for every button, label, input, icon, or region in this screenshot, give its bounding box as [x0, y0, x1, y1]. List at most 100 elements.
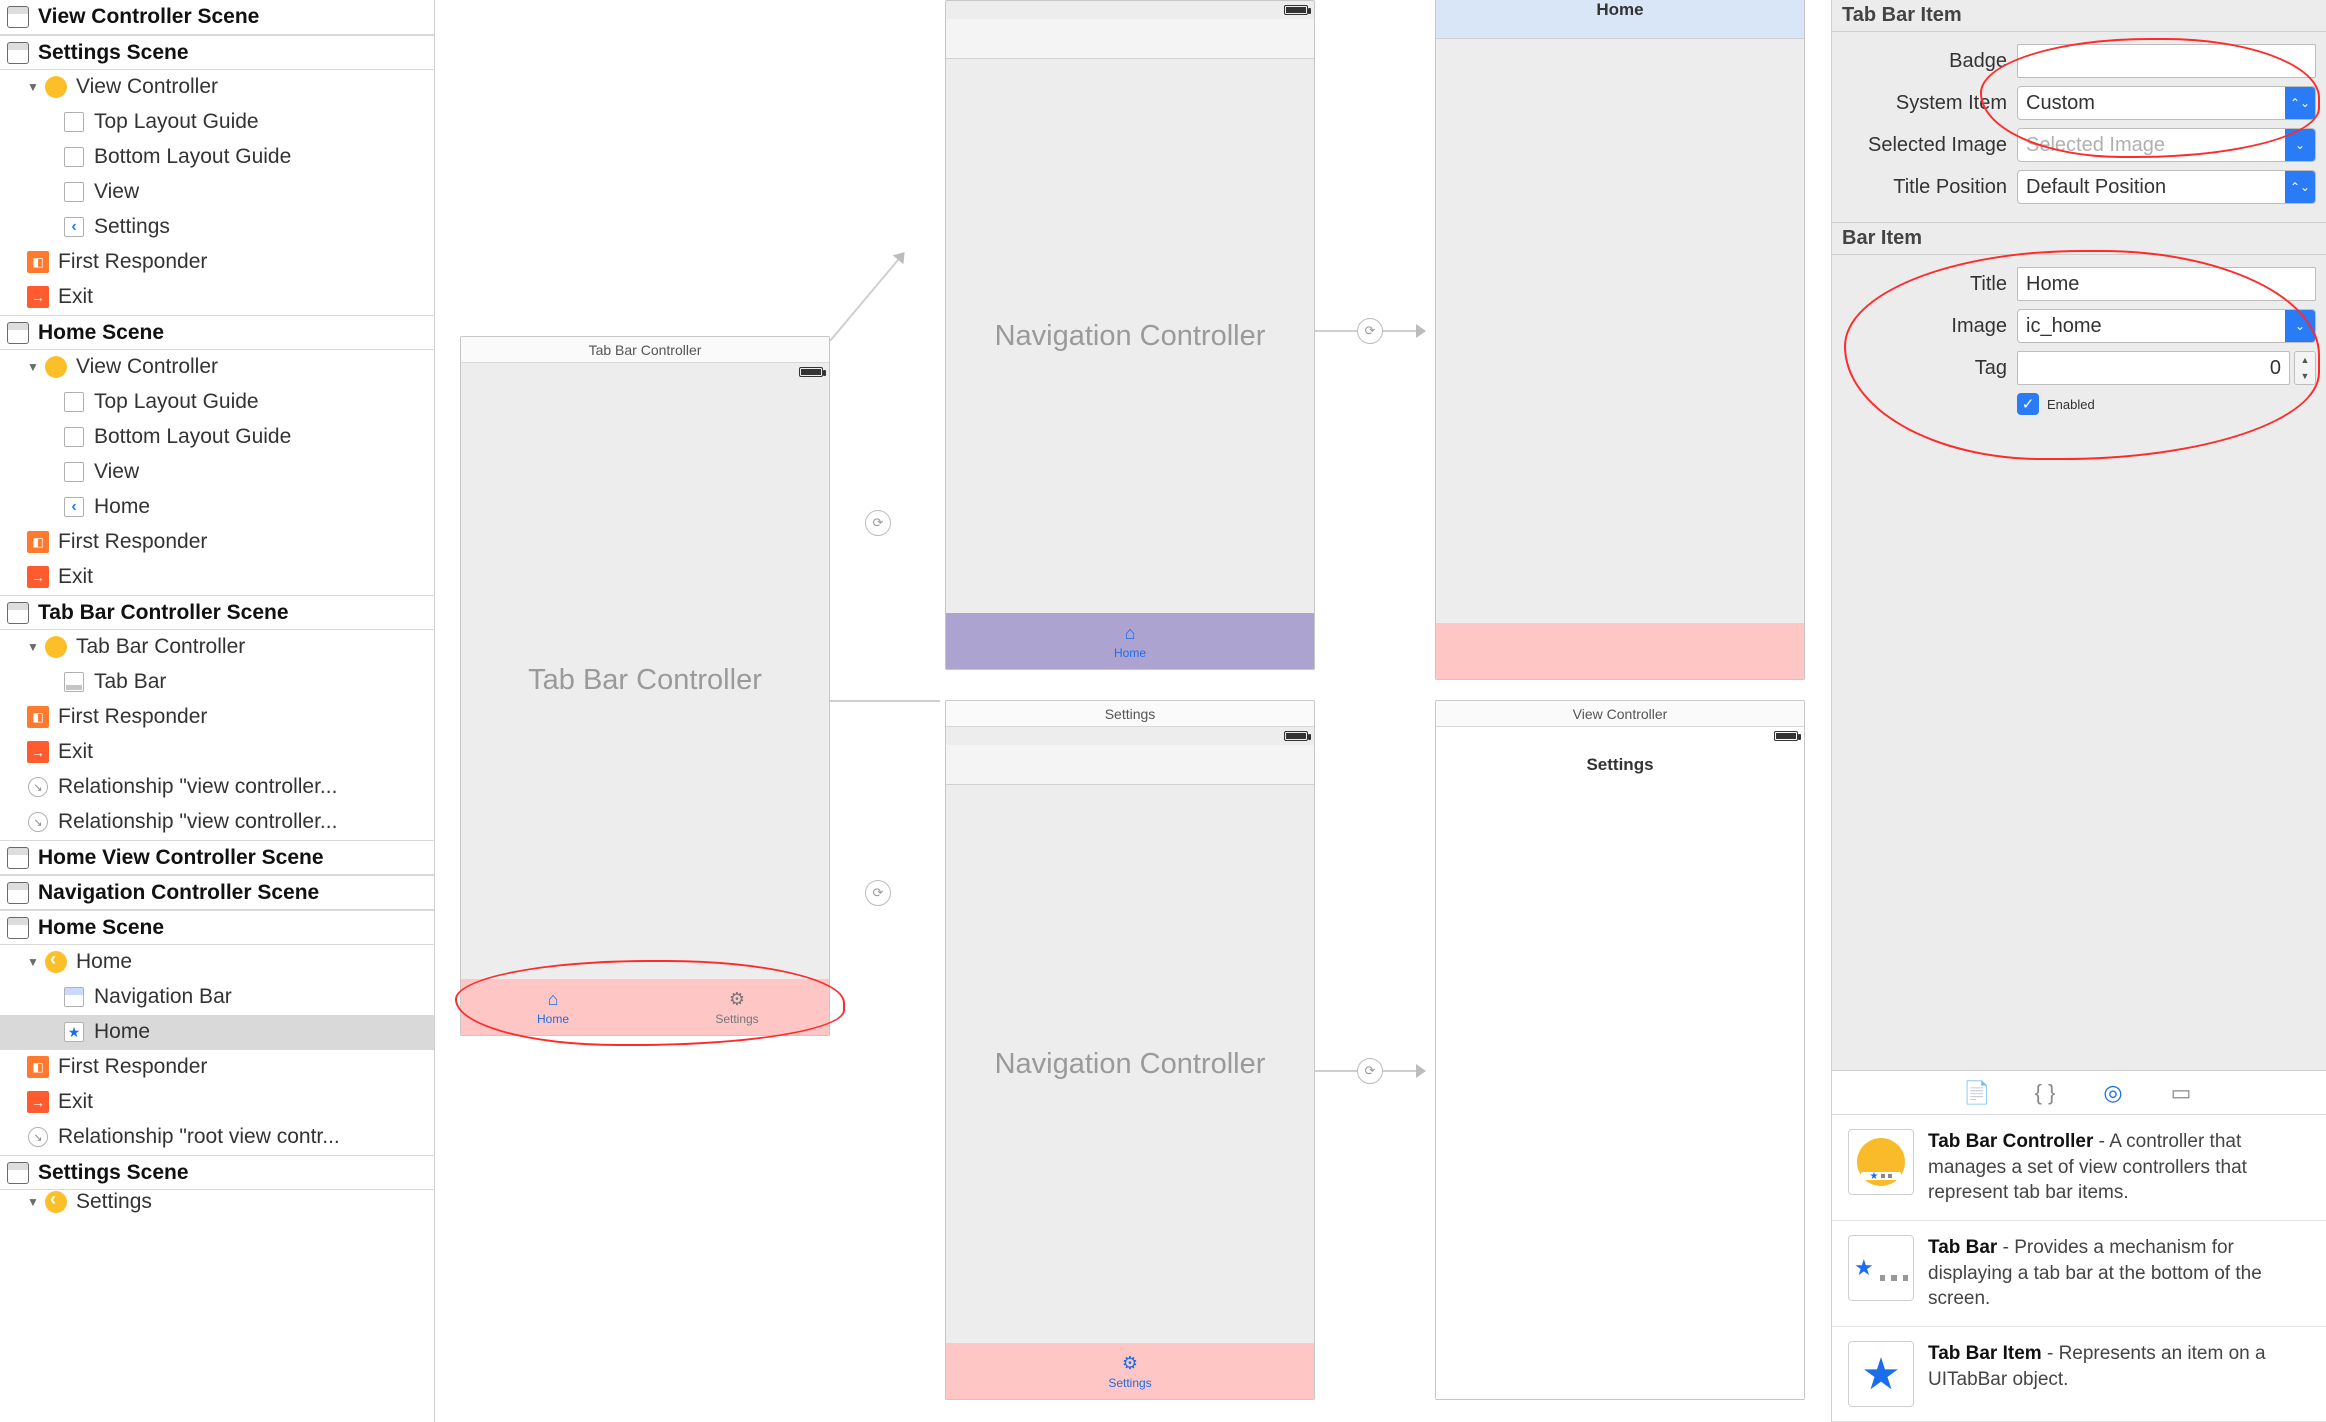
- enabled-checkbox[interactable]: ✓: [2017, 393, 2039, 415]
- scene-header[interactable]: View Controller Scene: [0, 0, 434, 35]
- scene-header[interactable]: Home View Controller Scene: [0, 840, 434, 875]
- scene-home-view-controller[interactable]: Home: [1435, 0, 1805, 680]
- segue-badge-icon[interactable]: ⟳: [1357, 318, 1383, 344]
- tab-bar-item-settings[interactable]: ⚙ Settings: [946, 1343, 1314, 1399]
- navigation-bar[interactable]: Settings: [1436, 745, 1804, 785]
- scene-tab-bar-controller[interactable]: Tab Bar Controller Tab Bar Controller ⌂ …: [460, 336, 830, 1036]
- library-tab-media-icon[interactable]: ▭: [2167, 1079, 2195, 1107]
- scene-navigation-controller-home[interactable]: Navigation Controller ⌂ Home: [945, 0, 1315, 670]
- selected-image-select[interactable]: Selected Image ⌄: [2017, 128, 2316, 162]
- outline-item-exit[interactable]: →Exit: [0, 735, 434, 770]
- storyboard-canvas[interactable]: Tab Bar Controller Tab Bar Controller ⌂ …: [435, 0, 1831, 1422]
- segue-badge-icon[interactable]: ⟳: [865, 880, 891, 906]
- tab-bar[interactable]: ⌂ Home: [946, 613, 1314, 669]
- outline-item-first-responder[interactable]: ◧First Responder: [0, 1050, 434, 1085]
- library-item-tab-bar-controller[interactable]: ★ Tab Bar Controller - A controller that…: [1832, 1115, 2326, 1221]
- outline-item[interactable]: ‹Settings: [0, 210, 434, 245]
- tab-bar[interactable]: ⌂ Home ⚙ Settings: [461, 979, 829, 1035]
- outline-item[interactable]: Top Layout Guide: [0, 105, 434, 140]
- disclosure-triangle-icon[interactable]: ▼: [26, 80, 40, 94]
- tab-bar-item-home[interactable]: ⌂ Home: [461, 979, 645, 1035]
- scene-body[interactable]: [1436, 785, 1804, 1399]
- outline-item-view-controller[interactable]: ▼ View Controller: [0, 350, 434, 385]
- badge-input[interactable]: [2017, 44, 2316, 78]
- navbar-icon: [62, 985, 86, 1009]
- scene-header[interactable]: Settings Scene: [0, 1155, 434, 1190]
- outline-item-exit[interactable]: →Exit: [0, 1085, 434, 1120]
- disclosure-triangle-icon[interactable]: ▼: [26, 360, 40, 374]
- outline-item-tab-bar-controller[interactable]: ▼ Tab Bar Controller: [0, 630, 434, 665]
- scene-body[interactable]: Tab Bar Controller: [461, 381, 829, 979]
- library-tab-file-icon[interactable]: 📄: [1963, 1079, 1991, 1107]
- stepper-down-icon[interactable]: ▼: [2295, 368, 2315, 384]
- title-input[interactable]: [2017, 267, 2316, 301]
- outline-item-first-responder[interactable]: ◧First Responder: [0, 245, 434, 280]
- image-select[interactable]: ic_home ⌄: [2017, 309, 2316, 343]
- navigation-bar[interactable]: [946, 745, 1314, 785]
- first-responder-icon: ◧: [26, 1055, 50, 1079]
- tag-input[interactable]: 0: [2017, 351, 2290, 385]
- outline-item-tab-bar-item-home[interactable]: ★Home: [0, 1015, 434, 1050]
- scene-header[interactable]: Tab Bar Controller Scene: [0, 595, 434, 630]
- tab-bar[interactable]: [1436, 623, 1804, 679]
- item-label: Top Layout Guide: [94, 390, 259, 414]
- item-label: Home: [76, 950, 132, 974]
- navigation-bar[interactable]: Home: [1436, 0, 1804, 39]
- tab-bar[interactable]: ⚙ Settings: [946, 1343, 1314, 1399]
- scene-navigation-controller-settings[interactable]: Settings Navigation Controller ⚙ Setting…: [945, 700, 1315, 1400]
- scene-header[interactable]: Settings Scene: [0, 35, 434, 70]
- outline-item-nav-controller[interactable]: ▼ Settings: [0, 1190, 434, 1214]
- segue-badge-icon[interactable]: ⟳: [865, 510, 891, 536]
- status-bar: [946, 1, 1314, 19]
- library-item-tab-bar-item[interactable]: ★ Tab Bar Item - Represents an item on a…: [1832, 1327, 2326, 1422]
- library-item-tab-bar[interactable]: ★ Tab Bar - Provides a mechanism for dis…: [1832, 1221, 2326, 1327]
- outline-item[interactable]: Bottom Layout Guide: [0, 420, 434, 455]
- outline-item-exit[interactable]: →Exit: [0, 560, 434, 595]
- item-label: Exit: [58, 1090, 93, 1114]
- scene-header[interactable]: Home Scene: [0, 315, 434, 350]
- library-tab-object-icon[interactable]: ◎: [2099, 1079, 2127, 1107]
- tab-label: Home: [1114, 646, 1146, 660]
- scene-icon: [6, 601, 30, 625]
- outline-item[interactable]: ‹Home: [0, 490, 434, 525]
- outline-item[interactable]: Bottom Layout Guide: [0, 140, 434, 175]
- outline-item[interactable]: View: [0, 455, 434, 490]
- view-controller-icon: [44, 75, 68, 99]
- disclosure-triangle-icon[interactable]: ▼: [26, 640, 40, 654]
- outline-item[interactable]: Top Layout Guide: [0, 385, 434, 420]
- checkbox-label: Enabled: [2047, 397, 2095, 412]
- outline-item-navbar[interactable]: Navigation Bar: [0, 980, 434, 1015]
- item-label: Exit: [58, 285, 93, 309]
- document-outline[interactable]: View Controller Scene Settings Scene ▼ V…: [0, 0, 435, 1422]
- outline-item[interactable]: View: [0, 175, 434, 210]
- segue-badge-icon[interactable]: ⟳: [1357, 1058, 1383, 1084]
- outline-item-first-responder[interactable]: ◧First Responder: [0, 700, 434, 735]
- scene-header[interactable]: Navigation Controller Scene: [0, 875, 434, 910]
- scene-body[interactable]: Navigation Controller: [946, 785, 1314, 1343]
- outline-item-view-controller[interactable]: ▼ View Controller: [0, 70, 434, 105]
- outline-item-segue[interactable]: ↘Relationship "view controller...: [0, 805, 434, 840]
- scene-body[interactable]: Navigation Controller: [946, 59, 1314, 613]
- tab-bar-item-settings[interactable]: ⚙ Settings: [645, 979, 829, 1035]
- navigation-bar[interactable]: [946, 19, 1314, 59]
- section-title: Tab Bar Item: [1842, 4, 1962, 26]
- system-item-select[interactable]: Custom ⌃⌄: [2017, 86, 2316, 120]
- stepper-up-icon[interactable]: ▲: [2295, 352, 2315, 368]
- title-position-select[interactable]: Default Position ⌃⌄: [2017, 170, 2316, 204]
- star-icon: ★: [62, 1020, 86, 1044]
- tab-bar-item-home[interactable]: ⌂ Home: [946, 613, 1314, 669]
- outline-item-nav-controller[interactable]: ▼ Home: [0, 945, 434, 980]
- outline-item-segue[interactable]: ↘Relationship "view controller...: [0, 770, 434, 805]
- outline-item-tab-bar[interactable]: Tab Bar: [0, 665, 434, 700]
- scene-header[interactable]: Home Scene: [0, 910, 434, 945]
- tag-stepper[interactable]: ▲▼: [2294, 351, 2316, 385]
- disclosure-triangle-icon[interactable]: ▼: [26, 1195, 40, 1209]
- scene-body[interactable]: [1436, 39, 1804, 623]
- outline-item-exit[interactable]: →Exit: [0, 280, 434, 315]
- scene-settings-view-controller[interactable]: View Controller Settings: [1435, 700, 1805, 1400]
- disclosure-triangle-icon[interactable]: ▼: [26, 955, 40, 969]
- outline-item-segue[interactable]: ↘Relationship "root view contr...: [0, 1120, 434, 1155]
- outline-item-first-responder[interactable]: ◧First Responder: [0, 525, 434, 560]
- scene-label: Settings Scene: [38, 41, 189, 65]
- library-tab-code-icon[interactable]: { }: [2031, 1079, 2059, 1107]
